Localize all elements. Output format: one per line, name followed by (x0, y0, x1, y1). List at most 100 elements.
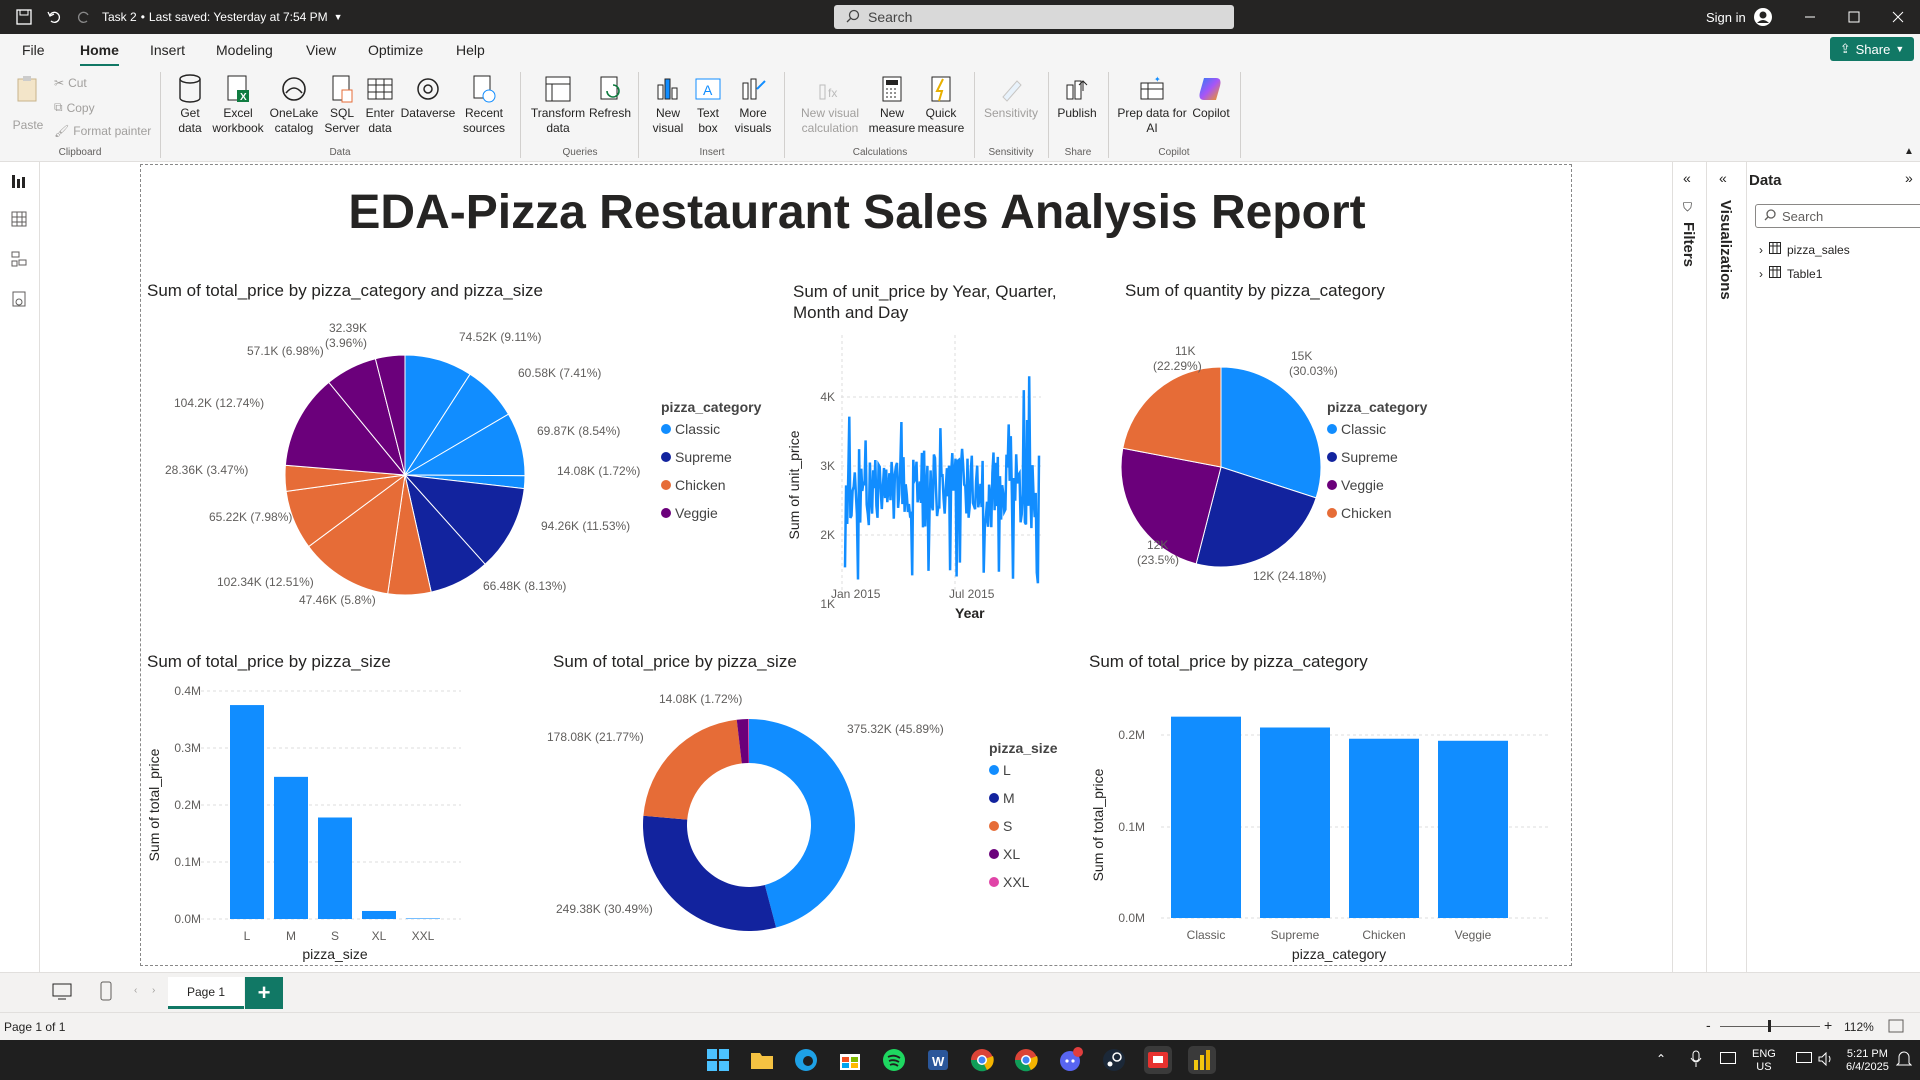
tab-page-1[interactable]: Page 1 (168, 977, 244, 1009)
legend-item[interactable]: Chicken (661, 471, 761, 499)
bar1bars-bar[interactable] (362, 910, 396, 919)
menu-home[interactable]: Home (80, 42, 119, 67)
maximize-icon[interactable] (1848, 0, 1860, 34)
recent-sources-button[interactable]: Recent sources (458, 74, 510, 136)
legend-item[interactable]: Veggie (1327, 471, 1427, 499)
donut-slice[interactable] (643, 815, 777, 931)
collapse-ribbon-icon[interactable]: ▲ (1904, 146, 1914, 157)
sensitivity-button[interactable]: Sensitivity (980, 74, 1042, 121)
dataverse-button[interactable]: Dataverse (400, 74, 456, 121)
enter-data-button[interactable]: Enter data (362, 74, 398, 136)
language-indicator[interactable]: ENG US (1752, 1048, 1776, 1074)
report-view-icon[interactable] (10, 172, 30, 192)
show-hidden-icons[interactable]: ⌃ (1656, 1052, 1666, 1066)
menu-view[interactable]: View (306, 42, 336, 58)
share-button[interactable]: ⇪ Share ▼ (1830, 37, 1914, 61)
transform-data-button[interactable]: Transform data (528, 74, 588, 136)
bar1bars-bar[interactable] (274, 776, 308, 919)
bar1bars-bar[interactable] (230, 705, 264, 919)
zoom-in-icon[interactable]: + (1824, 1017, 1832, 1033)
text-box-button[interactable]: A Text box (690, 74, 726, 136)
spotify-icon[interactable] (880, 1046, 908, 1074)
quick-measure-button[interactable]: Quick measure (916, 74, 966, 136)
bar2bars-bar[interactable] (1349, 738, 1419, 918)
fit-to-page-icon[interactable] (1888, 1019, 1904, 1036)
copy-button[interactable]: ⧉ Copy (54, 100, 95, 115)
donut-slice[interactable] (643, 719, 742, 820)
new-visual-calculation-button[interactable]: fx New visual calculation (792, 74, 868, 136)
get-data-button[interactable]: Get data (168, 74, 212, 136)
data-pane[interactable]: Data » Search › pizza_sales › Table1 (1746, 162, 1920, 1012)
table-view-icon[interactable] (10, 210, 30, 230)
donut-slices[interactable] (643, 719, 855, 931)
next-page-icon[interactable]: › (152, 985, 155, 996)
donut-chart[interactable]: 375.32K (45.89%) 249.38K (30.49%) 178.08… (521, 685, 961, 955)
bar2bars-bar[interactable] (1171, 716, 1241, 918)
model-view-icon[interactable] (10, 250, 30, 270)
legend-item[interactable]: M (989, 784, 1057, 812)
collapse-visualizations-icon[interactable]: « (1719, 170, 1727, 186)
search-input[interactable]: Search (834, 5, 1234, 29)
add-page-button[interactable]: + (245, 977, 283, 1009)
file-explorer-icon[interactable] (748, 1046, 776, 1074)
steam-icon[interactable] (1100, 1046, 1128, 1074)
collapse-filters-icon[interactable]: « (1683, 170, 1691, 186)
data-search-input[interactable]: Search (1755, 204, 1920, 228)
menu-help[interactable]: Help (456, 42, 485, 58)
bar1bars-bar[interactable] (406, 918, 440, 919)
cut-button[interactable]: ✂ Cut (54, 76, 87, 90)
legend-item[interactable]: Supreme (661, 443, 761, 471)
excel-workbook-button[interactable]: X Excel workbook (210, 74, 266, 136)
edge-icon[interactable] (792, 1046, 820, 1074)
prev-page-icon[interactable]: ‹ (134, 985, 137, 996)
bar2-bars[interactable] (1171, 716, 1508, 918)
zoom-out-icon[interactable]: - (1706, 1017, 1711, 1033)
mobile-layout-icon[interactable] (100, 981, 112, 1006)
bar1bars-bar[interactable] (318, 817, 352, 919)
expand-data-icon[interactable]: » (1905, 170, 1913, 186)
document-name[interactable]: Task 2 • Last saved: Yesterday at 7:54 PM ▼ (102, 0, 343, 34)
filters-pane[interactable]: « ⛉ Filters (1672, 162, 1706, 1012)
bar2-chart[interactable]: 0.0M 0.1M 0.2M Classic Supreme Chicken V… (1081, 685, 1561, 965)
close-icon[interactable] (1892, 0, 1904, 34)
minimize-icon[interactable] (1804, 0, 1816, 34)
store-icon[interactable] (836, 1046, 864, 1074)
keyboard-icon[interactable] (1720, 1052, 1736, 1067)
publish-button[interactable]: Publish (1054, 74, 1100, 121)
format-painter-button[interactable]: 🖌 Format painter (54, 124, 151, 138)
dax-query-view-icon[interactable] (10, 290, 30, 310)
menu-file[interactable]: File (22, 42, 45, 58)
word-icon[interactable]: W (924, 1046, 952, 1074)
copilot-button[interactable]: Copilot (1188, 74, 1234, 121)
visualizations-pane[interactable]: « Visualizations (1706, 162, 1746, 1012)
bar2bars-bar[interactable] (1260, 727, 1330, 918)
new-measure-button[interactable]: New measure (868, 74, 916, 136)
more-visuals-button[interactable]: More visuals (728, 74, 778, 136)
prep-data-ai-button[interactable]: ✦ Prep data for AI (1114, 74, 1190, 136)
discord-icon[interactable] (1056, 1046, 1084, 1074)
chrome-profile-icon[interactable] (1012, 1046, 1040, 1074)
microphone-icon[interactable] (1690, 1050, 1702, 1071)
monitor-icon[interactable] (1796, 1052, 1812, 1069)
sql-server-button[interactable]: SQL Server (322, 74, 362, 136)
windows-start-icon[interactable] (704, 1046, 732, 1074)
save-icon[interactable] (16, 0, 32, 34)
line-chart[interactable]: 1K 2K 3K 4K Sum of unit_price (781, 325, 1071, 625)
legend-item[interactable]: Veggie (661, 499, 761, 527)
refresh-button[interactable]: Refresh (588, 74, 632, 121)
onelake-catalog-button[interactable]: OneLake catalog (266, 74, 322, 136)
bar1-chart[interactable]: 0.0M 0.1M 0.2M 0.3M 0.4M L M S XL XXL pi… (141, 675, 481, 965)
system-clock[interactable]: 5:21 PM 6/4/2025 (1846, 1048, 1889, 1074)
pie1-slices[interactable] (284, 354, 526, 596)
account-icon[interactable] (1753, 0, 1773, 34)
menu-optimize[interactable]: Optimize (368, 42, 423, 58)
chrome-icon[interactable] (968, 1046, 996, 1074)
legend-item[interactable]: Classic (1327, 415, 1427, 443)
legend-item[interactable]: Classic (661, 415, 761, 443)
zoom-slider-thumb[interactable] (1768, 1020, 1771, 1032)
undo-icon[interactable] (46, 0, 62, 34)
anydesk-icon[interactable] (1144, 1046, 1172, 1074)
legend-item[interactable]: Chicken (1327, 499, 1427, 527)
sign-in-link[interactable]: Sign in (1706, 0, 1746, 34)
paste-button[interactable]: Paste (10, 74, 46, 133)
